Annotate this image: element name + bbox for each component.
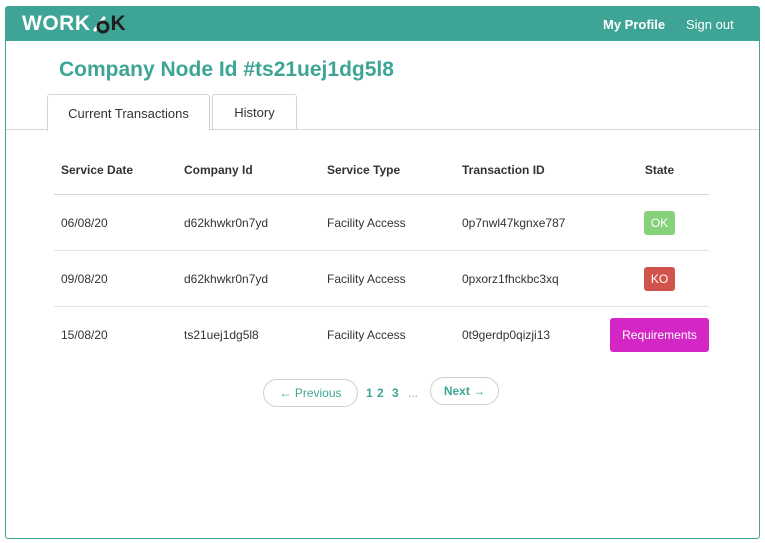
logo-link-icon [92, 15, 110, 34]
column-header-company-id: Company Id [177, 145, 320, 195]
cell-service-date: 15/08/20 [61, 327, 108, 342]
next-page-button[interactable]: Next → [430, 377, 499, 405]
tab-label: History [234, 104, 275, 120]
cell-service-type: Facility Access [320, 250, 455, 307]
cell-service-type: Facility Access [320, 194, 455, 251]
app-window: WORK K My Profile Sign out Company Node … [5, 6, 760, 539]
tab-current-transactions[interactable]: Current Transactions [47, 94, 210, 131]
top-navigation-bar: WORK K My Profile Sign out [6, 7, 759, 41]
page-link-3[interactable]: 3 [392, 386, 399, 400]
transactions-table: Service Date Company Id Service Type Tra… [54, 145, 709, 362]
cell-company-id: ts21uej1dg5l8 [184, 327, 259, 342]
cell-company-id: d62khwkr0n7yd [177, 250, 320, 307]
requirements-button[interactable]: Requirements [610, 317, 709, 352]
cell-transaction-id: 0p7nwl47kgnxe787 [455, 194, 610, 251]
cell-state: Requirements [610, 307, 709, 363]
table-row: 15/08/20 ts21uej1dg5l8 Facility Access 0… [54, 307, 709, 363]
column-header-state: State [610, 145, 709, 195]
logo[interactable]: WORK K [22, 12, 126, 36]
logo-text-k: K [110, 12, 127, 35]
column-header-transaction-id: Transaction ID [455, 145, 610, 195]
pagination-ellipsis: ... [408, 386, 419, 400]
cell-service-type: Facility Access [327, 327, 406, 342]
page-link-2[interactable]: 2 [377, 386, 384, 400]
column-header-service-type: Service Type [320, 145, 455, 195]
cell-transaction-id: 0t9gerdp0qizji13 [462, 327, 551, 342]
sign-out-link[interactable]: Sign out [686, 17, 734, 32]
tab-history[interactable]: History [212, 94, 297, 129]
cell-state: OK [610, 194, 709, 251]
cell-transaction-id: 0pxorz1fhckbc3xq [455, 250, 610, 307]
cell-state: KO [610, 250, 709, 307]
previous-page-button[interactable]: ← Previous [263, 379, 358, 407]
table-row: 06/08/20 d62khwkr0n7yd Facility Access 0… [54, 194, 709, 251]
table-row: 09/08/20 d62khwkr0n7yd Facility Access 0… [54, 250, 709, 307]
tab-label: Current Transactions [68, 105, 189, 121]
state-badge-ko[interactable]: KO [643, 266, 676, 291]
logo-text-work: WORK [22, 12, 91, 35]
page-title: Company Node Id #ts21uej1dg5l8 [59, 58, 394, 81]
cell-company-id: d62khwkr0n7yd [177, 194, 320, 251]
column-header-service-date: Service Date [54, 145, 177, 195]
pagination: ← Previous 1 2 3 ... Next → [263, 377, 503, 407]
cell-service-date: 06/08/20 [54, 194, 177, 251]
my-profile-link[interactable]: My Profile [603, 17, 665, 32]
cell-service-date: 09/08/20 [54, 250, 177, 307]
state-badge-ok[interactable]: OK [643, 210, 676, 235]
page-link-1[interactable]: 1 [366, 386, 373, 400]
table-header-row: Service Date Company Id Service Type Tra… [54, 145, 709, 195]
